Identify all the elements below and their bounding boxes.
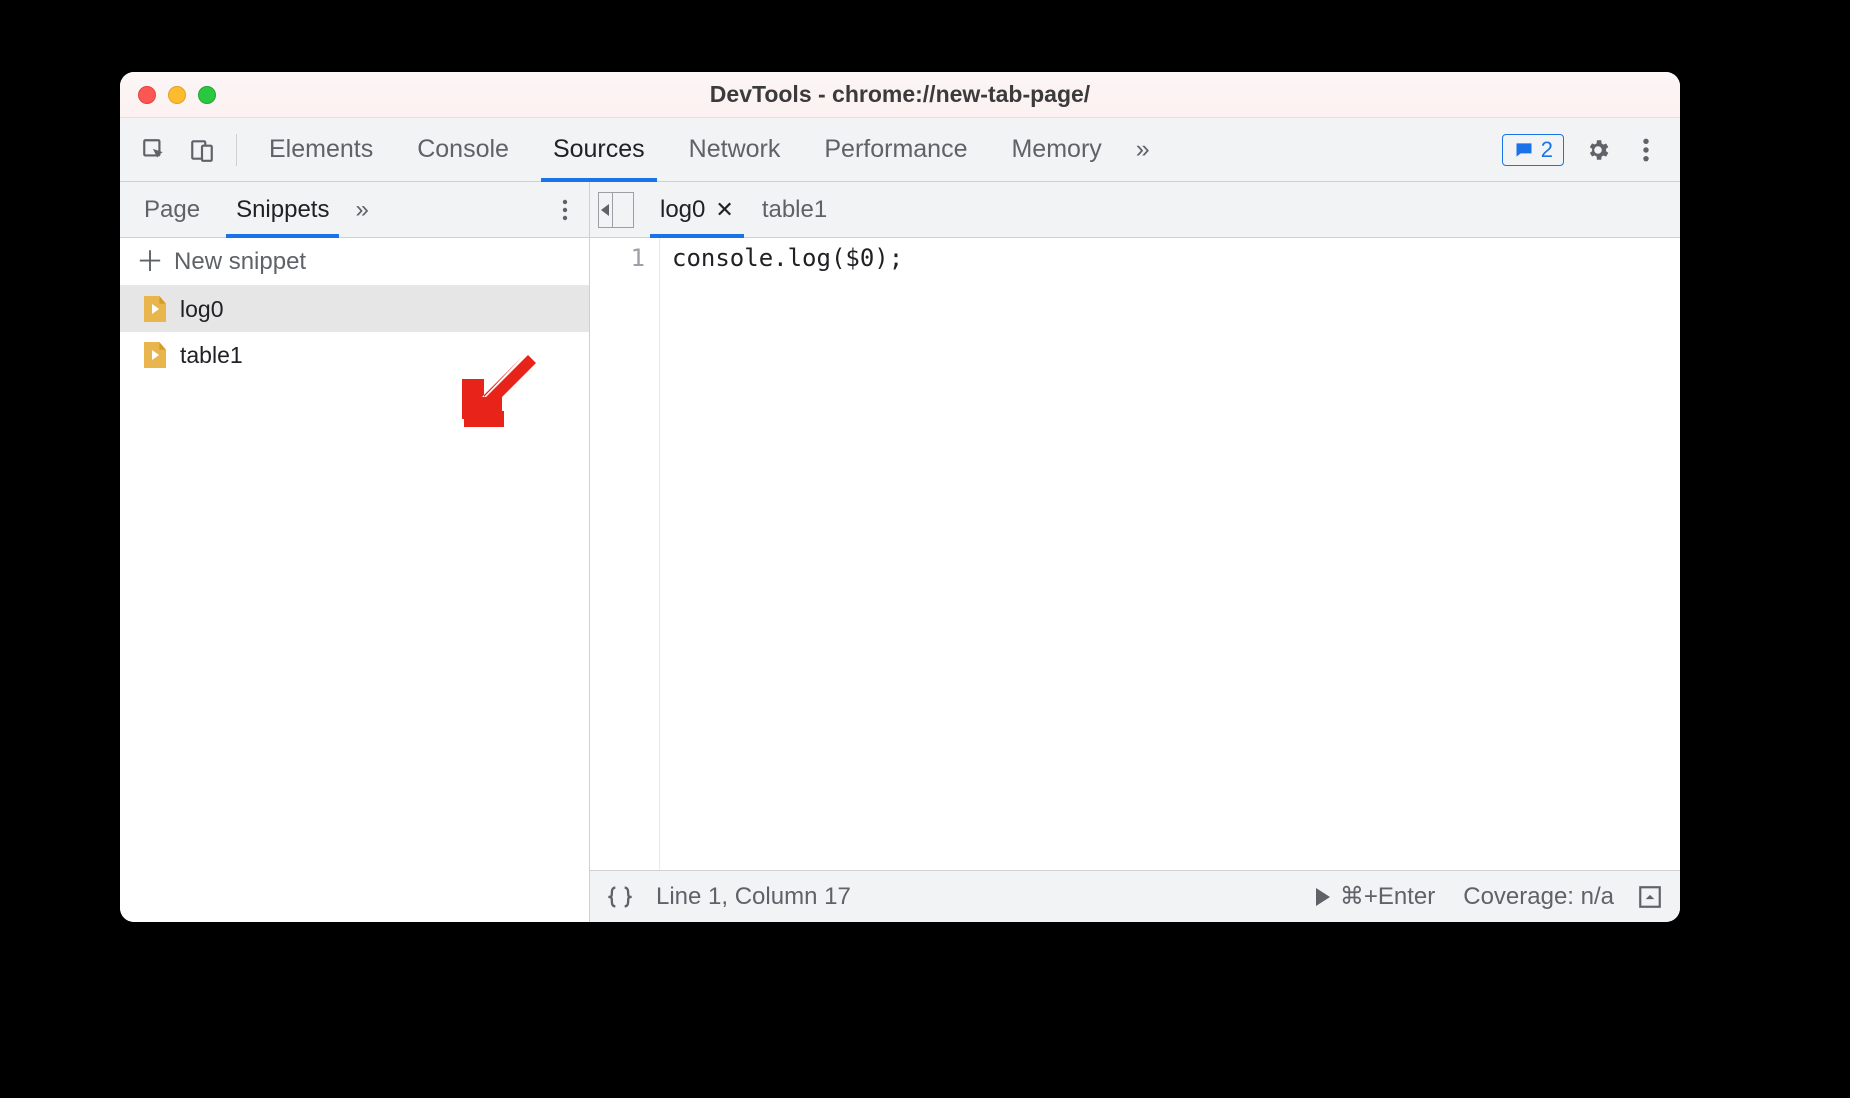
main-tabs: Elements Console Sources Network Perform… [247,118,1124,181]
close-tab-icon[interactable]: ✕ [715,197,733,223]
sidebar-more-tabs-icon[interactable]: » [355,196,368,224]
tab-network[interactable]: Network [667,118,803,181]
editor-tab-table1[interactable]: table1 [748,182,841,237]
window-title: DevTools - chrome://new-tab-page/ [120,81,1680,108]
cursor-position: Line 1, Column 17 [656,883,851,911]
run-snippet-button[interactable]: ⌘+Enter [1316,882,1435,911]
code-area[interactable]: 1 console.log($0); [590,238,1680,870]
toolbar-separator [236,134,237,166]
editor-tab-label: table1 [762,196,827,224]
messages-count: 2 [1541,137,1553,163]
line-number: 1 [590,244,645,272]
play-icon [1316,888,1330,906]
panel-body: Page Snippets » ＋ New snippet log0 table… [120,182,1680,922]
snippet-name: log0 [180,296,223,323]
devtools-window: DevTools - chrome://new-tab-page/ Elemen… [120,72,1680,922]
minimize-window-button[interactable] [168,86,186,104]
tab-console[interactable]: Console [395,118,531,181]
messages-badge[interactable]: 2 [1502,134,1564,166]
snippet-item-table1[interactable]: table1 [120,332,589,378]
main-toolbar: Elements Console Sources Network Perform… [120,118,1680,182]
more-options-icon[interactable] [1626,130,1666,170]
show-drawer-icon[interactable] [1632,879,1668,915]
pretty-print-icon[interactable] [602,879,638,915]
sidebar-tabs: Page Snippets » [120,182,589,238]
device-toolbar-icon[interactable] [182,130,222,170]
sources-sidebar: Page Snippets » ＋ New snippet log0 table… [120,182,590,922]
zoom-window-button[interactable] [198,86,216,104]
editor-panel: log0 ✕ table1 1 console.log($0); Line 1,… [590,182,1680,922]
more-tabs-icon[interactable]: » [1124,135,1162,164]
snippet-name: table1 [180,342,243,369]
plus-icon: ＋ [136,248,164,276]
sidebar-tab-snippets[interactable]: Snippets [218,182,347,237]
snippet-file-icon [144,342,166,368]
editor-tabs: log0 ✕ table1 [590,182,1680,238]
editor-tab-log0[interactable]: log0 ✕ [646,182,748,237]
snippet-list: log0 table1 [120,286,589,922]
toggle-navigator-icon[interactable] [598,192,634,228]
line-gutter: 1 [590,238,660,870]
snippet-item-log0[interactable]: log0 [120,286,589,332]
run-shortcut: ⌘+Enter [1340,882,1435,911]
traffic-lights [138,86,216,104]
sidebar-tab-page[interactable]: Page [126,182,218,237]
tab-elements[interactable]: Elements [247,118,395,181]
tab-performance[interactable]: Performance [802,118,989,181]
tab-sources[interactable]: Sources [531,118,667,181]
sidebar-options-icon[interactable] [547,192,583,228]
coverage-status: Coverage: n/a [1463,883,1614,911]
settings-icon[interactable] [1578,130,1618,170]
chat-icon [1513,140,1535,160]
close-window-button[interactable] [138,86,156,104]
titlebar: DevTools - chrome://new-tab-page/ [120,72,1680,118]
new-snippet-label: New snippet [174,248,306,276]
editor-tab-label: log0 [660,196,705,224]
statusbar: Line 1, Column 17 ⌘+Enter Coverage: n/a [590,870,1680,922]
tab-memory[interactable]: Memory [989,118,1123,181]
code-content[interactable]: console.log($0); [660,238,1680,870]
snippet-file-icon [144,296,166,322]
new-snippet-button[interactable]: ＋ New snippet [120,238,589,286]
inspect-element-icon[interactable] [134,130,174,170]
